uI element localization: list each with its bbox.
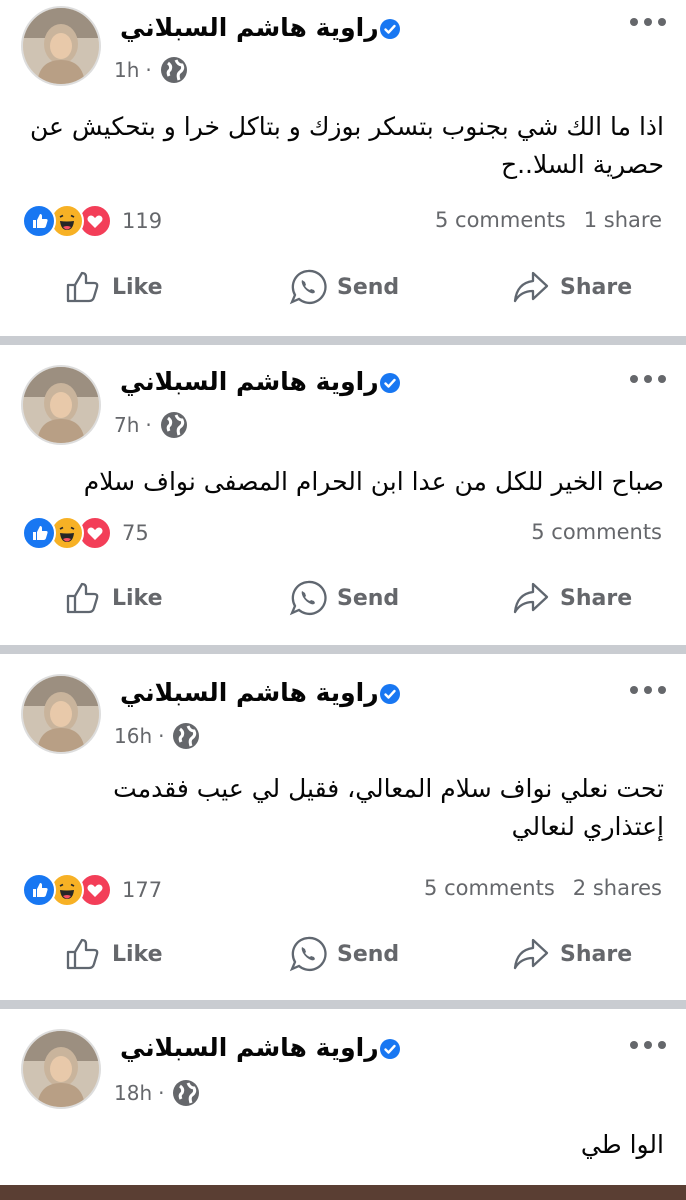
globe-icon[interactable] (172, 722, 200, 750)
post-card: راوية هاشم السبلاني 18h · الوا طي (0, 1009, 686, 1200)
reaction-count[interactable]: 177 (122, 878, 162, 902)
send-button[interactable]: Send (289, 268, 399, 306)
share-arrow-icon (513, 582, 549, 614)
thumbs-up-icon (66, 271, 99, 303)
globe-icon[interactable] (172, 1079, 200, 1107)
reaction-count[interactable]: 119 (122, 209, 162, 233)
author-name[interactable]: راوية هاشم السبلاني (112, 367, 401, 397)
post-card: راوية هاشم السبلاني 7h · صباح الخير للكل… (0, 345, 686, 645)
share-count[interactable]: 2 shares (573, 876, 662, 900)
author-avatar[interactable] (23, 1031, 99, 1107)
send-button[interactable]: Send (289, 935, 399, 973)
post-card: راوية هاشم السبلاني 16h · تحت نعلي نواف … (0, 654, 686, 1000)
post-timestamp[interactable]: 16h (114, 724, 152, 748)
author-name[interactable]: راوية هاشم السبلاني (112, 13, 401, 43)
share-button[interactable]: Share (512, 935, 632, 973)
like-reaction-icon[interactable] (22, 204, 56, 238)
author-name[interactable]: راوية هاشم السبلاني (112, 678, 401, 708)
more-options-icon[interactable] (630, 686, 666, 698)
share-arrow-icon (513, 271, 549, 303)
send-button[interactable]: Send (289, 579, 399, 617)
post-text: صباح الخير للكل من عدا ابن الحرام المصفى… (83, 467, 664, 496)
verified-badge-icon (379, 371, 401, 393)
whatsapp-icon (289, 580, 327, 616)
post-timestamp[interactable]: 18h (114, 1081, 152, 1105)
more-options-icon[interactable] (630, 1041, 666, 1053)
post-image-top-edge[interactable] (0, 1185, 686, 1200)
author-avatar[interactable] (23, 367, 99, 443)
more-options-icon[interactable] (630, 18, 666, 30)
share-button[interactable]: Share (512, 268, 632, 306)
like-button[interactable]: Like (64, 579, 163, 617)
comment-count[interactable]: 5 comments (424, 876, 555, 900)
like-reaction-icon[interactable] (22, 873, 56, 907)
post-text: الوا طي (580, 1130, 664, 1159)
post-separator (0, 336, 686, 345)
post-text: اذا ما الك شي بجنوب بتسكر بوزك و بتاكل خ… (30, 112, 664, 179)
author-avatar[interactable] (23, 676, 99, 752)
post-separator (0, 1000, 686, 1009)
globe-icon[interactable] (160, 411, 188, 439)
thumbs-up-icon (66, 582, 99, 614)
like-reaction-icon[interactable] (22, 516, 56, 550)
whatsapp-icon (289, 936, 327, 972)
like-button[interactable]: Like (64, 268, 163, 306)
verified-badge-icon (379, 17, 401, 39)
like-button[interactable]: Like (64, 935, 163, 973)
share-arrow-icon (513, 938, 549, 970)
whatsapp-icon (289, 269, 327, 305)
comment-count[interactable]: 5 comments (531, 520, 662, 544)
author-avatar[interactable] (23, 8, 99, 84)
reaction-count[interactable]: 75 (122, 521, 149, 545)
share-count[interactable]: 1 share (584, 208, 662, 232)
post-timestamp[interactable]: 7h (114, 413, 139, 437)
share-button[interactable]: Share (512, 579, 632, 617)
globe-icon[interactable] (160, 56, 188, 84)
author-name[interactable]: راوية هاشم السبلاني (112, 1033, 401, 1063)
post-separator (0, 645, 686, 654)
comment-count[interactable]: 5 comments (435, 208, 566, 232)
post-text: تحت نعلي نواف سلام المعالي، فقيل لي عيب … (113, 774, 664, 841)
verified-badge-icon (379, 1037, 401, 1059)
post-timestamp[interactable]: 1h (114, 58, 139, 82)
thumbs-up-icon (66, 938, 99, 970)
more-options-icon[interactable] (630, 375, 666, 387)
post-card: راوية هاشم السبلاني 1h · اذا ما الك شي ب… (0, 0, 686, 336)
verified-badge-icon (379, 682, 401, 704)
